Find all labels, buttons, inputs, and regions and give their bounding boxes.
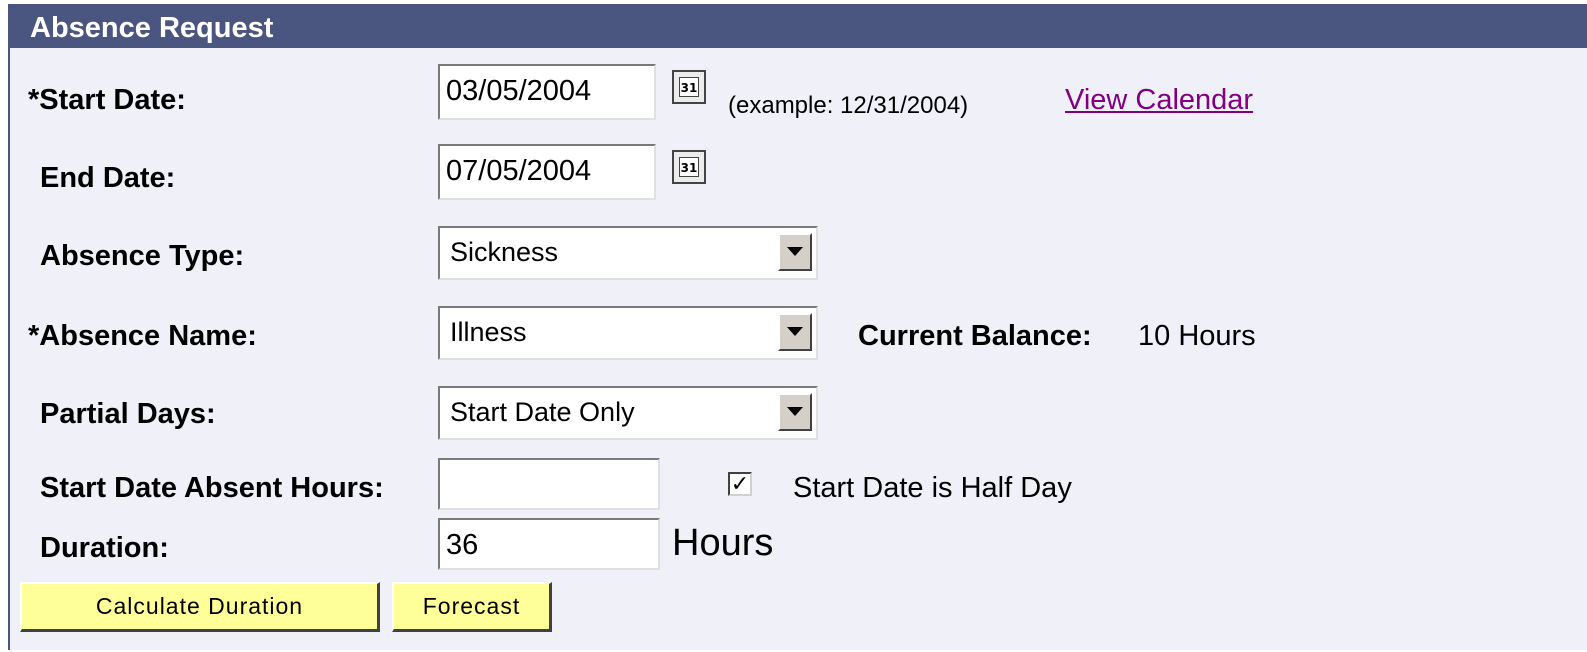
absence-name-label: *Absence Name:: [28, 320, 257, 352]
end-date-input[interactable]: 07/05/2004: [438, 144, 656, 200]
start-date-calendar-icon[interactable]: 31: [672, 70, 706, 104]
partial-days-label: Partial Days:: [40, 398, 216, 430]
start-date-absent-hours-label: Start Date Absent Hours:: [40, 472, 384, 504]
current-balance-label: Current Balance:: [858, 320, 1092, 352]
start-date-input[interactable]: 03/05/2004: [438, 64, 656, 120]
duration-unit: Hours: [672, 522, 774, 564]
start-date-label: *Start Date:: [28, 84, 186, 116]
end-date-label: End Date:: [40, 162, 176, 194]
checkmark-icon: ✓: [730, 471, 750, 496]
current-balance-value: 10 Hours: [1138, 320, 1256, 352]
absence-type-selected: Sickness: [450, 237, 559, 267]
chevron-down-icon[interactable]: [778, 233, 812, 271]
page-title: Absence Request: [30, 12, 274, 44]
duration-label: Duration:: [40, 532, 169, 564]
chevron-down-icon[interactable]: [778, 313, 812, 351]
absence-request-panel: Absence Request *Start Date: 03/05/2004 …: [8, 4, 1587, 650]
start-date-example-hint: (example: 12/31/2004): [728, 92, 969, 119]
absence-name-select[interactable]: Illness: [438, 306, 818, 360]
panel-header: Absence Request: [10, 4, 1587, 48]
calculate-duration-button[interactable]: Calculate Duration: [20, 582, 380, 632]
start-date-absent-hours-input[interactable]: [438, 458, 660, 510]
absence-type-select[interactable]: Sickness: [438, 226, 818, 280]
partial-days-select[interactable]: Start Date Only: [438, 386, 818, 440]
half-day-checkbox[interactable]: ✓: [728, 472, 752, 496]
duration-input[interactable]: 36: [438, 518, 660, 570]
half-day-label: Start Date is Half Day: [793, 472, 1072, 504]
partial-days-selected: Start Date Only: [450, 397, 635, 427]
chevron-down-icon[interactable]: [778, 393, 812, 431]
forecast-button[interactable]: Forecast: [392, 582, 552, 632]
absence-name-selected: Illness: [450, 317, 527, 347]
view-calendar-link[interactable]: View Calendar: [1065, 84, 1253, 117]
absence-type-label: Absence Type:: [40, 240, 245, 272]
end-date-calendar-icon[interactable]: 31: [672, 150, 706, 184]
